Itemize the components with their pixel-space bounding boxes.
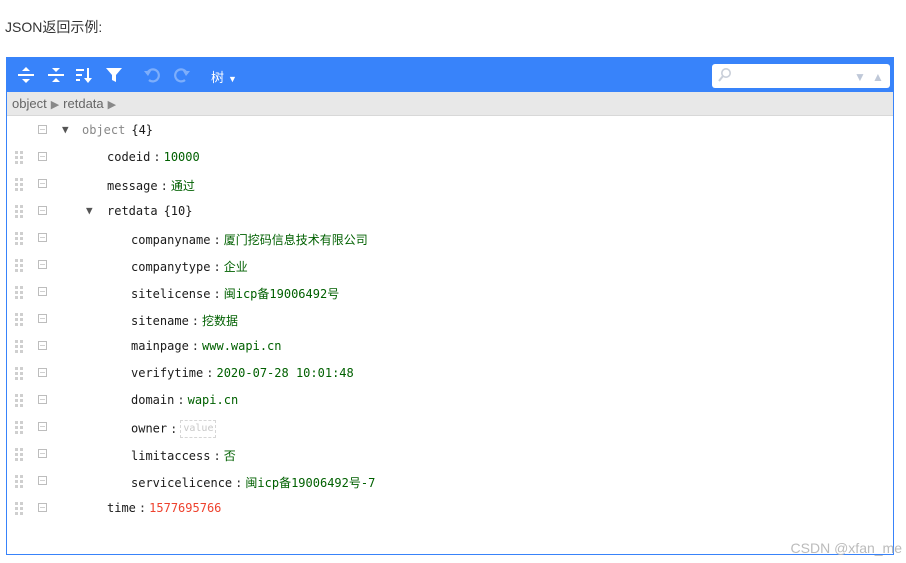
watermark: CSDN @xfan_me xyxy=(790,540,902,556)
drag-handle-icon[interactable] xyxy=(15,502,23,515)
tree-row-retdata: ▼ retdata {10} xyxy=(7,198,893,225)
context-menu-icon[interactable] xyxy=(38,476,47,485)
field-key[interactable]: message xyxy=(107,179,158,193)
root-label: object xyxy=(82,123,126,137)
undo-icon[interactable] xyxy=(141,64,163,86)
field-key[interactable]: companytype xyxy=(131,260,210,274)
context-menu-icon[interactable] xyxy=(38,341,47,350)
drag-handle-icon[interactable] xyxy=(15,421,23,434)
field-value[interactable]: 闽icp备19006492号-7 xyxy=(245,476,375,490)
tree-row: companyname: 厦门挖码信息技术有限公司 xyxy=(7,225,893,252)
mode-label: 树 xyxy=(211,70,225,85)
field-value[interactable]: 厦门挖码信息技术有限公司 xyxy=(224,233,368,247)
field-key[interactable]: sitename xyxy=(131,314,189,328)
sort-icon[interactable] xyxy=(73,64,95,86)
drag-handle-icon[interactable] xyxy=(15,394,23,407)
expand-all-icon[interactable] xyxy=(15,64,37,86)
field-value[interactable]: 2020-07-28 10:01:48 xyxy=(216,366,353,380)
field-value-number[interactable]: 1577695766 xyxy=(149,501,221,515)
field-key[interactable]: servicelicence xyxy=(131,476,232,490)
tree-row: owner: value xyxy=(7,414,893,441)
tree-row: time:1577695766 xyxy=(7,495,893,522)
search-input[interactable] xyxy=(734,67,852,85)
collapse-triangle-icon[interactable]: ▼ xyxy=(86,204,93,217)
field-value[interactable]: 挖数据 xyxy=(202,314,238,328)
empty-value-field[interactable]: value xyxy=(180,420,217,438)
context-menu-icon[interactable] xyxy=(38,125,47,134)
context-menu-icon[interactable] xyxy=(38,260,47,269)
field-key[interactable]: mainpage xyxy=(131,339,189,353)
field-key[interactable]: sitelicense xyxy=(131,287,210,301)
mode-selector[interactable]: 树 ▼ xyxy=(211,67,237,86)
tree-row: limitaccess: 否 xyxy=(7,441,893,468)
tree-row: companytype: 企业 xyxy=(7,252,893,279)
field-value[interactable]: wapi.cn xyxy=(188,393,239,407)
json-editor: 树 ▼ ▼ ▲ object ▶ retdata ▶ ▼ object {4} codei… xyxy=(6,57,894,555)
child-count: {10} xyxy=(163,204,193,218)
drag-handle-icon[interactable] xyxy=(15,259,23,272)
breadcrumb-separator-icon[interactable]: ▶ xyxy=(108,99,116,111)
tree-row: codeid:10000 xyxy=(7,144,893,171)
field-key[interactable]: owner xyxy=(131,422,167,436)
context-menu-icon[interactable] xyxy=(38,179,47,188)
context-menu-icon[interactable] xyxy=(38,233,47,242)
context-menu-icon[interactable] xyxy=(38,152,47,161)
drag-handle-icon[interactable] xyxy=(15,151,23,164)
context-menu-icon[interactable] xyxy=(38,206,47,215)
tree-row: servicelicence: 闽icp备19006492号-7 xyxy=(7,468,893,495)
field-key[interactable]: codeid xyxy=(107,150,150,164)
drag-handle-icon[interactable] xyxy=(15,340,23,353)
context-menu-icon[interactable] xyxy=(38,449,47,458)
field-key[interactable]: retdata xyxy=(107,204,158,218)
breadcrumb-item-object[interactable]: object xyxy=(12,96,47,111)
tree-row: sitename: 挖数据 xyxy=(7,306,893,333)
tree-row: sitelicense: 闽icp备19006492号 xyxy=(7,279,893,306)
field-value[interactable]: www.wapi.cn xyxy=(202,339,281,353)
context-menu-icon[interactable] xyxy=(38,503,47,512)
drag-handle-icon[interactable] xyxy=(15,232,23,245)
chevron-down-icon: ▼ xyxy=(228,74,237,84)
section-heading: JSON返回示例: xyxy=(5,19,103,35)
tree-row: domain: wapi.cn xyxy=(7,387,893,414)
filter-icon[interactable] xyxy=(103,64,125,86)
drag-handle-icon[interactable] xyxy=(15,313,23,326)
field-value[interactable]: 10000 xyxy=(164,150,200,164)
breadcrumb: object ▶ retdata ▶ xyxy=(7,92,893,116)
tree-row: message: 通过 xyxy=(7,171,893,198)
field-key[interactable]: limitaccess xyxy=(131,449,210,463)
editor-toolbar: 树 ▼ ▼ ▲ xyxy=(7,58,893,92)
drag-handle-icon[interactable] xyxy=(15,178,23,191)
drag-handle-icon[interactable] xyxy=(15,205,23,218)
field-key[interactable]: verifytime xyxy=(131,366,203,380)
breadcrumb-item-retdata[interactable]: retdata xyxy=(63,96,103,111)
search-previous-icon[interactable]: ▲ xyxy=(872,70,884,84)
child-count: {4} xyxy=(131,123,154,137)
drag-handle-icon[interactable] xyxy=(15,448,23,461)
field-key[interactable]: domain xyxy=(131,393,174,407)
collapse-all-icon[interactable] xyxy=(45,64,67,86)
breadcrumb-separator-icon[interactable]: ▶ xyxy=(51,99,59,111)
field-value[interactable]: 企业 xyxy=(224,260,248,274)
search-icon xyxy=(717,67,733,88)
drag-handle-icon[interactable] xyxy=(15,286,23,299)
redo-icon[interactable] xyxy=(171,64,193,86)
field-key[interactable]: companyname xyxy=(131,233,210,247)
tree-row-root: ▼ object {4} xyxy=(7,117,893,144)
search-box: ▼ ▲ xyxy=(712,64,890,88)
context-menu-icon[interactable] xyxy=(38,368,47,377)
collapse-triangle-icon[interactable]: ▼ xyxy=(62,123,69,136)
drag-handle-icon[interactable] xyxy=(15,367,23,380)
context-menu-icon[interactable] xyxy=(38,395,47,404)
tree-row: verifytime:2020-07-28 10:01:48 xyxy=(7,360,893,387)
context-menu-icon[interactable] xyxy=(38,287,47,296)
tree-row: mainpage: www.wapi.cn xyxy=(7,333,893,360)
context-menu-icon[interactable] xyxy=(38,422,47,431)
context-menu-icon[interactable] xyxy=(38,314,47,323)
field-value[interactable]: 否 xyxy=(224,449,236,463)
search-next-icon[interactable]: ▼ xyxy=(854,70,866,84)
field-value[interactable]: 闽icp备19006492号 xyxy=(224,287,339,301)
field-value[interactable]: 通过 xyxy=(171,179,195,193)
field-key[interactable]: time xyxy=(107,501,136,515)
drag-handle-icon[interactable] xyxy=(15,475,23,488)
